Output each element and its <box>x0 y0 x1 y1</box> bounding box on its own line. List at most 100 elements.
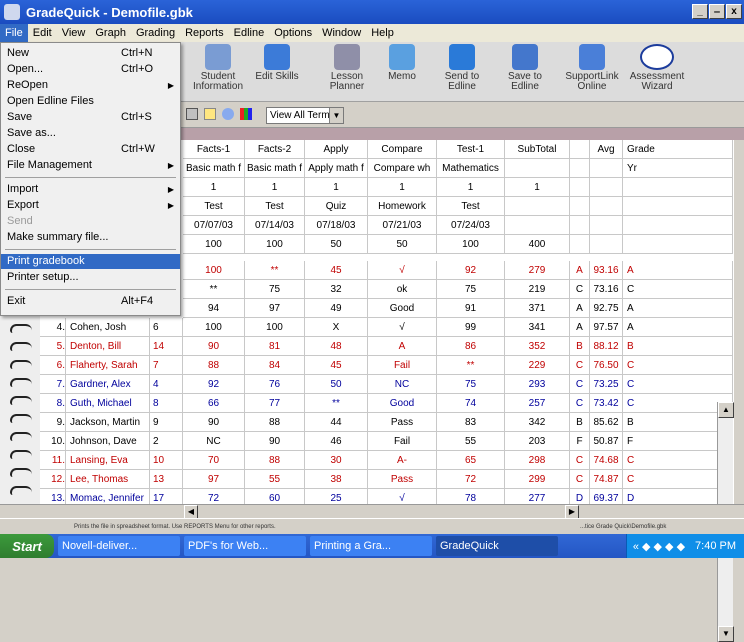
row-number[interactable]: 7. <box>40 375 66 394</box>
grade-cell[interactable]: 84 <box>245 356 305 375</box>
grade-cell[interactable]: 219 <box>505 280 570 299</box>
grade-cell[interactable]: 46 <box>305 432 368 451</box>
grade-cell[interactable]: NC <box>183 432 245 451</box>
header-cell[interactable]: Avg <box>590 140 623 159</box>
header-cell[interactable]: 07/14/03 <box>245 216 305 235</box>
menu-window[interactable]: Window <box>317 24 366 42</box>
grid-icon[interactable] <box>186 108 198 120</box>
header-cell[interactable] <box>590 178 623 197</box>
grade-cell[interactable]: 74.87 <box>590 470 623 489</box>
toolbar-button-0[interactable]: Student Information <box>186 44 250 92</box>
tool-icon[interactable] <box>204 108 216 120</box>
scroll-down-icon[interactable]: ▼ <box>718 626 734 642</box>
grade-cell[interactable]: ** <box>305 394 368 413</box>
taskbar-item[interactable]: PDF's for Web... <box>184 536 306 556</box>
grade-cell[interactable]: 50 <box>305 375 368 394</box>
header-cell[interactable]: Test <box>183 197 245 216</box>
header-cell[interactable]: Test-1 <box>437 140 505 159</box>
row-number[interactable]: 5. <box>40 337 66 356</box>
restore-button[interactable]: ̶ <box>709 4 725 19</box>
header-cell[interactable] <box>570 235 590 254</box>
student-name[interactable]: Johnson, Dave <box>66 432 150 451</box>
grade-cell[interactable]: 88 <box>245 413 305 432</box>
grade-cell[interactable]: 203 <box>505 432 570 451</box>
toolbar-button-5[interactable]: Save to Edline <box>493 44 557 92</box>
grade-cell[interactable]: A <box>623 318 733 337</box>
header-cell[interactable]: 1 <box>245 178 305 197</box>
header-cell[interactable]: 1 <box>437 178 505 197</box>
grade-cell[interactable]: 100 <box>183 318 245 337</box>
chart-icon[interactable] <box>240 108 252 120</box>
file-menu-item[interactable]: File Management ▶ <box>1 158 180 173</box>
horizontal-scrollbar[interactable]: ◀ ▶ <box>0 504 744 519</box>
grade-cell[interactable]: 93.16 <box>590 261 623 280</box>
grade-cell[interactable]: C <box>570 394 590 413</box>
file-menu-item[interactable]: ReOpen ▶ <box>1 78 180 93</box>
grade-cell[interactable]: 341 <box>505 318 570 337</box>
header-cell[interactable]: Basic math f <box>183 159 245 178</box>
student-name[interactable]: Cohen, Josh <box>66 318 150 337</box>
grade-cell[interactable]: 94 <box>183 299 245 318</box>
menu-view[interactable]: View <box>57 24 91 42</box>
grade-cell[interactable]: C <box>623 280 733 299</box>
grade-cell[interactable]: 74 <box>437 394 505 413</box>
grade-cell[interactable]: 257 <box>505 394 570 413</box>
grade-cell[interactable]: 83 <box>437 413 505 432</box>
grade-cell[interactable]: ** <box>183 280 245 299</box>
grade-cell[interactable]: 73.42 <box>590 394 623 413</box>
header-cell[interactable]: Apply math f <box>305 159 368 178</box>
close-button[interactable]: x <box>726 4 742 19</box>
header-cell[interactable] <box>570 140 590 159</box>
grade-cell[interactable]: 298 <box>505 451 570 470</box>
student-id[interactable]: 9 <box>150 413 183 432</box>
grade-cell[interactable]: 99 <box>437 318 505 337</box>
student-id[interactable]: 6 <box>150 318 183 337</box>
grade-cell[interactable]: C <box>570 470 590 489</box>
header-cell[interactable] <box>623 178 733 197</box>
header-cell[interactable]: 1 <box>183 178 245 197</box>
grade-cell[interactable]: 92 <box>183 375 245 394</box>
menu-help[interactable]: Help <box>366 24 399 42</box>
start-button[interactable]: Start <box>0 534 54 558</box>
grade-cell[interactable]: Good <box>368 394 437 413</box>
student-name[interactable]: Flaherty, Sarah <box>66 356 150 375</box>
grade-cell[interactable]: A <box>623 261 733 280</box>
header-cell[interactable]: Compare <box>368 140 437 159</box>
grade-cell[interactable]: 86 <box>437 337 505 356</box>
row-number[interactable]: 10. <box>40 432 66 451</box>
grade-cell[interactable]: √ <box>368 261 437 280</box>
header-cell[interactable]: Test <box>437 197 505 216</box>
grade-cell[interactable]: 371 <box>505 299 570 318</box>
term-select[interactable]: View All Terms ▼ <box>266 107 344 124</box>
grade-cell[interactable]: 90 <box>183 413 245 432</box>
grade-cell[interactable]: ok <box>368 280 437 299</box>
grade-cell[interactable]: 299 <box>505 470 570 489</box>
grade-cell[interactable]: Pass <box>368 470 437 489</box>
grade-cell[interactable]: 48 <box>305 337 368 356</box>
toolbar-button-3[interactable]: Memo <box>370 44 434 82</box>
header-cell[interactable]: 50 <box>305 235 368 254</box>
toolbar-button-4[interactable]: Send to Edline <box>430 44 494 92</box>
row-number[interactable]: 6. <box>40 356 66 375</box>
header-cell[interactable]: Facts-1 <box>183 140 245 159</box>
student-id[interactable]: 14 <box>150 337 183 356</box>
file-menu-item[interactable]: Import ▶ <box>1 182 180 197</box>
grade-cell[interactable]: 65 <box>437 451 505 470</box>
grade-cell[interactable]: ** <box>245 261 305 280</box>
header-cell[interactable]: 07/18/03 <box>305 216 368 235</box>
grade-cell[interactable]: B <box>570 337 590 356</box>
header-cell[interactable]: Yr <box>623 159 733 178</box>
header-cell[interactable]: 07/21/03 <box>368 216 437 235</box>
grade-cell[interactable]: 76.50 <box>590 356 623 375</box>
grade-cell[interactable]: 38 <box>305 470 368 489</box>
header-cell[interactable]: 50 <box>368 235 437 254</box>
header-cell[interactable]: SubTotal <box>505 140 570 159</box>
chevron-down-icon[interactable]: ▼ <box>329 108 343 123</box>
grade-cell[interactable]: C <box>570 356 590 375</box>
grade-cell[interactable]: 73.25 <box>590 375 623 394</box>
grade-cell[interactable]: A <box>570 261 590 280</box>
grade-cell[interactable]: 229 <box>505 356 570 375</box>
header-cell[interactable]: 07/24/03 <box>437 216 505 235</box>
grade-cell[interactable]: A <box>368 337 437 356</box>
header-cell[interactable]: Facts-2 <box>245 140 305 159</box>
